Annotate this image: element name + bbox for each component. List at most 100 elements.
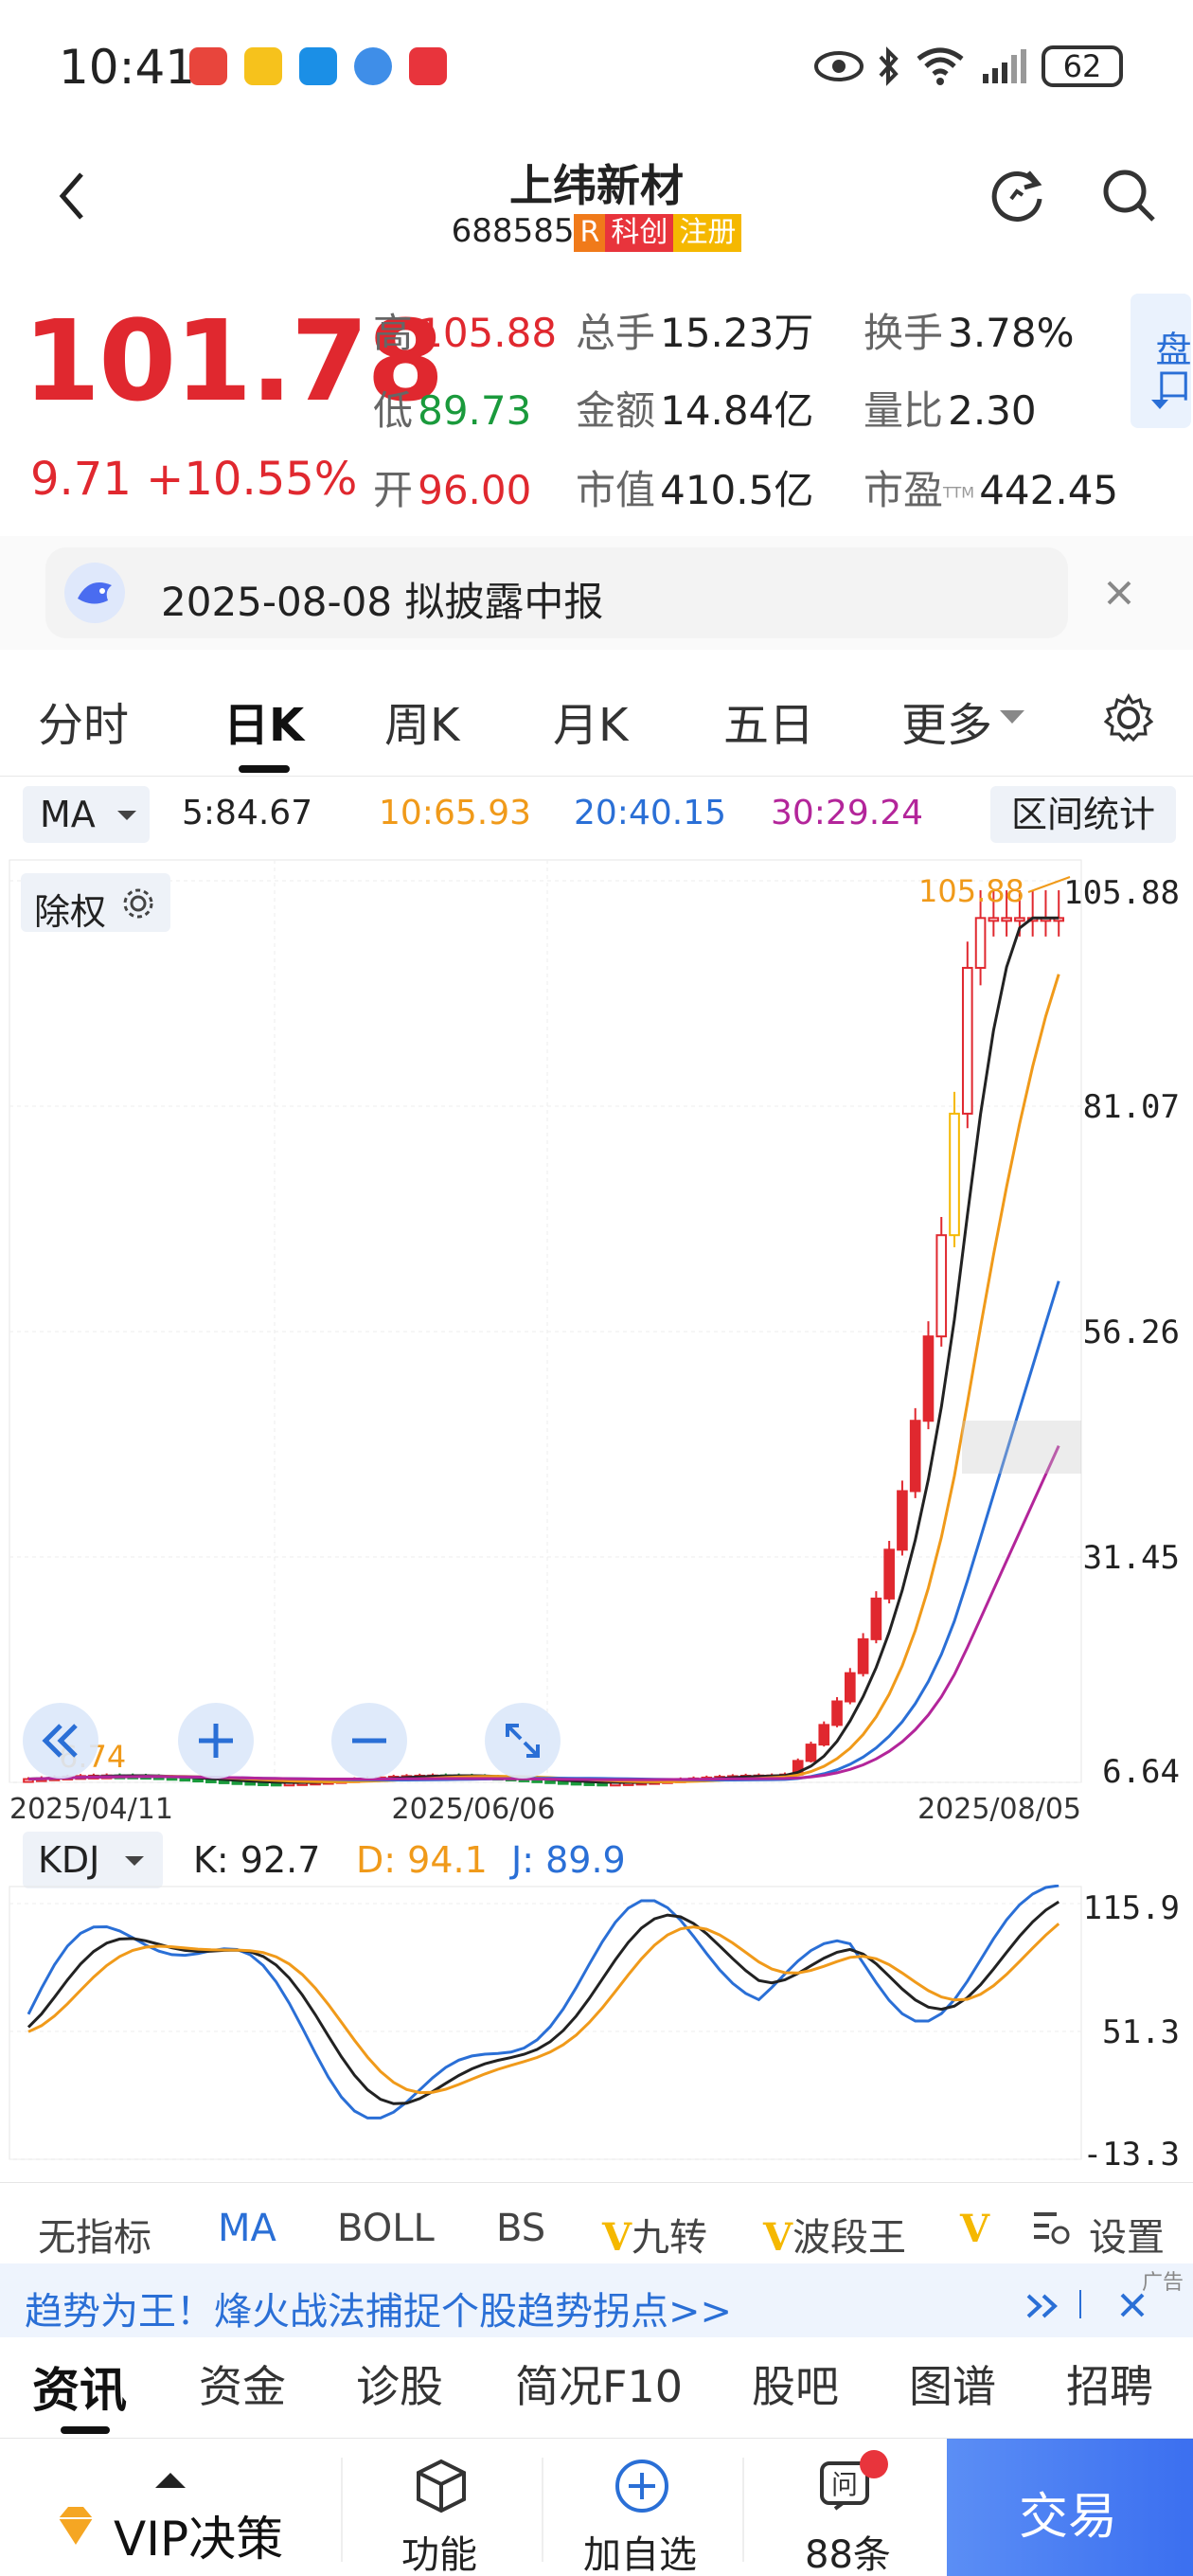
tab-forum[interactable]: 股吧: [752, 2352, 839, 2415]
eye-icon: [814, 51, 864, 81]
tab-weekly-k[interactable]: 周K: [384, 688, 459, 754]
tab-monthly-k[interactable]: 月K: [553, 688, 628, 754]
vip-decision-button[interactable]: VIP决策: [0, 2477, 337, 2571]
kdj-selector[interactable]: KDJ: [23, 1832, 163, 1888]
price-change: 9.71 +10.55%: [30, 453, 357, 506]
close-icon[interactable]: [1106, 580, 1132, 606]
candle-body: [974, 917, 987, 969]
indicator-bs[interactable]: BS: [496, 2207, 545, 2250]
high-value: 105.88: [418, 310, 558, 356]
volume-label: 总手: [576, 310, 656, 356]
cube-icon: [417, 2459, 466, 2513]
refresh-icon[interactable]: [988, 167, 1047, 225]
status-time: 10:41: [59, 40, 196, 95]
caret-down-icon: [117, 811, 136, 820]
tab-graph[interactable]: 图谱: [909, 2352, 996, 2415]
range-stats-button[interactable]: 区间统计: [990, 786, 1176, 843]
amount-item: 金额 14.84亿: [576, 379, 813, 437]
volratio-item: 量比 2.30: [864, 379, 1037, 437]
wifi-icon: [917, 47, 964, 85]
turnover-item: 换手 3.78%: [864, 301, 1075, 359]
tab-news[interactable]: 资讯: [32, 2352, 127, 2421]
function-label: 功能: [401, 2533, 477, 2576]
search-icon[interactable]: [1100, 167, 1159, 225]
app-notification-icon: [189, 47, 227, 85]
notice-bar[interactable]: 2025-08-08 拟披露中报: [45, 547, 1068, 638]
amount-label: 金额: [576, 387, 656, 434]
pe-ttm: TTM: [943, 483, 975, 502]
indicator-jiuzhuan[interactable]: V九转: [602, 2207, 707, 2262]
divider: [742, 2458, 744, 2562]
turnover-label: 换手: [864, 310, 944, 356]
kdj-d-value: D: 94.1: [356, 1839, 488, 1881]
ask-label: 88条: [805, 2533, 891, 2576]
function-button[interactable]: 功能: [345, 2439, 538, 2576]
candle-body: [818, 1724, 830, 1746]
ask-button[interactable]: 问 88条: [746, 2439, 945, 2576]
ma5-line: [27, 916, 1059, 1784]
candle-body: [949, 1112, 960, 1237]
tab-diagnose[interactable]: 诊股: [356, 2352, 443, 2415]
ma-selector[interactable]: MA: [23, 786, 150, 843]
indicator-boll[interactable]: BOLL: [337, 2207, 435, 2250]
candle-body: [961, 966, 973, 1115]
ad-text: 趋势为王！烽火战法捕捉个股趋势拐点>>: [25, 2290, 733, 2334]
y-axis-tick: 81.07: [1083, 1088, 1180, 1126]
y-axis-tick: 56.26: [1083, 1314, 1180, 1351]
indicator-boduanwang[interactable]: V波段王: [763, 2207, 906, 2262]
trade-button[interactable]: 交易: [947, 2439, 1193, 2576]
bluetooth-icon: [879, 46, 899, 86]
zoom-out-button[interactable]: [331, 1703, 407, 1779]
battery-icon: 62: [1042, 45, 1123, 87]
low-item: 低 89.73: [373, 379, 531, 437]
tab-more[interactable]: 更多: [901, 688, 992, 754]
ex-rights-button[interactable]: 除权: [21, 873, 170, 933]
tab-daily-k[interactable]: 日K: [223, 688, 304, 754]
expand-icon: [506, 1724, 540, 1758]
diamond-icon: [59, 2507, 93, 2545]
gear-icon[interactable]: [1104, 693, 1153, 742]
kdj-chart[interactable]: 115.9 51.3 -13.3: [0, 1885, 1193, 2169]
tab-intraday[interactable]: 分时: [38, 688, 129, 754]
tab-five-day[interactable]: 五日: [723, 688, 814, 754]
divider: [341, 2458, 343, 2562]
zoom-in-button[interactable]: [178, 1703, 254, 1779]
candlestick-chart[interactable]: 105.88 81.07 56.26 31.45 6.64 2025/04/11 2025/…: [0, 852, 1193, 1837]
ma-selector-label: MA: [40, 794, 96, 835]
open-item: 开 96.00: [373, 458, 531, 516]
kdj-k-line: [27, 1900, 1060, 2105]
highlight-band: [962, 1421, 1081, 1474]
close-icon[interactable]: [1119, 2292, 1146, 2318]
settings-button[interactable]: 设置: [1024, 2193, 1193, 2260]
svg-text:问: 问: [831, 2469, 858, 2500]
divider: [0, 2182, 1193, 2183]
indicator-none[interactable]: 无指标: [38, 2207, 151, 2262]
list-settings-icon: [1034, 2212, 1070, 2245]
x-axis-tick: 2025/06/06: [392, 1793, 556, 1826]
max-price-label: 105.88: [918, 873, 1024, 909]
y-axis-tick: 31.45: [1083, 1539, 1180, 1577]
fullscreen-button[interactable]: [485, 1703, 561, 1779]
volratio-value: 2.30: [948, 387, 1037, 434]
ma10-value: 10:65.93: [379, 794, 531, 832]
volume-item: 总手 15.23万: [576, 301, 813, 359]
pe-value: 442.45: [979, 467, 1119, 513]
app-notification-icon: [299, 47, 337, 85]
vip-decision-label: VIP决策: [114, 2512, 284, 2567]
kdj-j-value: J: 89.9: [511, 1839, 626, 1881]
tab-profile-f10[interactable]: 简况F10: [515, 2352, 683, 2415]
add-watchlist-button[interactable]: 加自选: [545, 2439, 739, 2576]
ma30-value: 30:29.24: [771, 794, 923, 832]
ad-banner[interactable]: 趋势为王！烽火战法捕捉个股趋势拐点>> 广告: [0, 2263, 1193, 2337]
candle-body: [1001, 917, 1012, 922]
double-chevron-left-icon: [42, 1724, 78, 1758]
candle-body: [845, 1672, 856, 1703]
marketcap-label: 市值: [576, 467, 656, 513]
tab-funds[interactable]: 资金: [199, 2352, 286, 2415]
caret-down-icon: [125, 1856, 144, 1866]
x-axis-tick: 2025/08/05: [917, 1793, 1081, 1826]
indicator-ma[interactable]: MA: [218, 2207, 276, 2250]
tab-jobs[interactable]: 招聘: [1066, 2352, 1153, 2415]
double-chevron-right-icon[interactable]: [1024, 2292, 1062, 2320]
scroll-left-button[interactable]: [23, 1703, 98, 1779]
